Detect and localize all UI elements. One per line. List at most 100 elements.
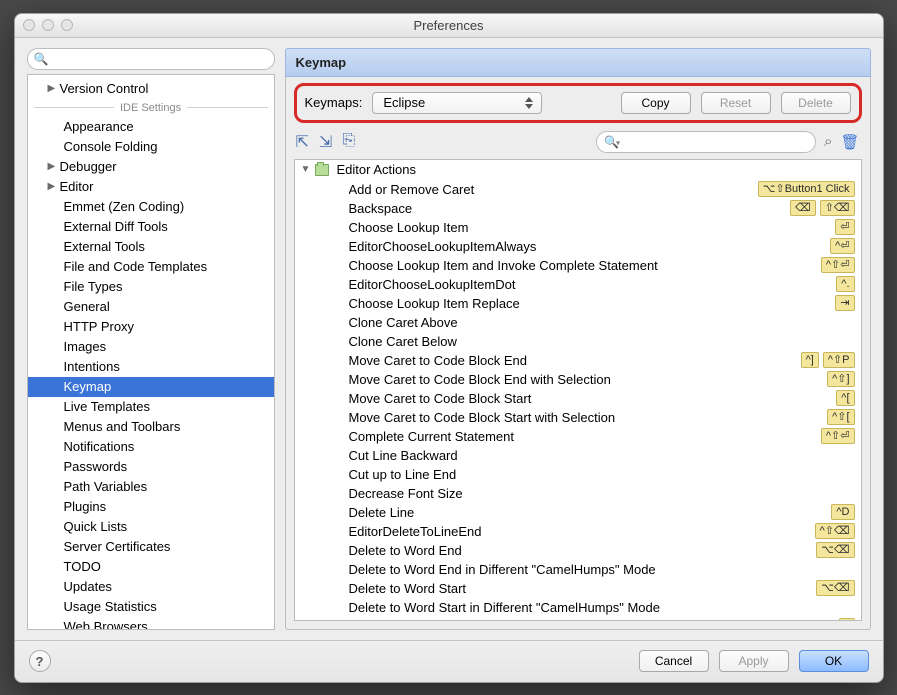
sidebar-separator: IDE Settings: [28, 99, 274, 117]
action-label: Backspace: [349, 201, 787, 216]
sidebar-item[interactable]: File and Code Templates: [28, 257, 274, 277]
action-row[interactable]: Clone Caret Above: [295, 313, 861, 332]
action-row[interactable]: Choose Lookup Item Replace⇥: [295, 294, 861, 313]
sidebar-item[interactable]: TODO: [28, 557, 274, 577]
shortcut-badge: ⇥: [835, 295, 854, 311]
shortcut-badge: ⌥⌫: [816, 542, 854, 558]
sidebar-tree[interactable]: ▶Version ControlIDE Settings Appearance Co…: [27, 74, 275, 630]
shortcut-search-input[interactable]: [596, 131, 816, 153]
action-label: Decrease Font Size: [349, 486, 855, 501]
close-icon[interactable]: [23, 19, 35, 31]
apply-button[interactable]: Apply: [719, 650, 789, 672]
trash-icon[interactable]: 🗑: [840, 133, 859, 151]
action-label: Move Caret to Code Block End with Select…: [349, 372, 824, 387]
sidebar-item[interactable]: Live Templates: [28, 397, 274, 417]
folder-icon: [315, 164, 329, 176]
shortcut-badge: ^.: [836, 276, 854, 292]
sidebar-item[interactable]: Keymap: [28, 377, 274, 397]
action-row[interactable]: EditorDeleteToLineEnd^⇧⌫: [295, 522, 861, 541]
expand-all-icon[interactable]: ⇱: [296, 132, 309, 152]
action-row[interactable]: Delete to Word Start in Different "Camel…: [295, 598, 861, 617]
action-row[interactable]: Down↓: [295, 617, 861, 621]
action-row[interactable]: Cut Line Backward: [295, 446, 861, 465]
sidebar-item-label: File Types: [64, 279, 123, 294]
action-label: Delete to Word Start in Different "Camel…: [349, 600, 855, 615]
sidebar-item-label: Appearance: [64, 119, 134, 134]
sidebar-item[interactable]: Quick Lists: [28, 517, 274, 537]
action-row[interactable]: EditorChooseLookupItemAlways^⏎: [295, 237, 861, 256]
sidebar-item[interactable]: Plugins: [28, 497, 274, 517]
sidebar-item[interactable]: HTTP Proxy: [28, 317, 274, 337]
sidebar-group[interactable]: ▶Version Control: [28, 79, 274, 99]
action-row[interactable]: Backspace⌫⇧⌫: [295, 199, 861, 218]
sidebar-item[interactable]: External Tools: [28, 237, 274, 257]
action-row[interactable]: Add or Remove Caret ⌥⇧Button1 Click: [295, 180, 861, 199]
action-row[interactable]: Delete to Word Start⌥⌫: [295, 579, 861, 598]
action-row[interactable]: Move Caret to Code Block End^]^⇧P: [295, 351, 861, 370]
action-row[interactable]: Choose Lookup Item⏎: [295, 218, 861, 237]
sidebar-item[interactable]: General: [28, 297, 274, 317]
sidebar-item[interactable]: Images: [28, 337, 274, 357]
sidebar-item-label: Path Variables: [64, 479, 148, 494]
minimize-icon[interactable]: [42, 19, 54, 31]
sidebar-item[interactable]: ▶Debugger: [28, 157, 274, 177]
action-row[interactable]: Move Caret to Code Block Start^[: [295, 389, 861, 408]
sidebar-item[interactable]: External Diff Tools: [28, 217, 274, 237]
sidebar-item[interactable]: Web Browsers: [28, 617, 274, 630]
sidebar-item[interactable]: Path Variables: [28, 477, 274, 497]
action-label: Choose Lookup Item Replace: [349, 296, 832, 311]
sidebar-item[interactable]: Updates: [28, 577, 274, 597]
help-button[interactable]: ?: [29, 650, 51, 672]
action-label: Delete Line: [349, 505, 828, 520]
action-row[interactable]: EditorChooseLookupItemDot^.: [295, 275, 861, 294]
shortcut-badge: ⌥⇧Button1 Click: [758, 181, 855, 197]
action-row[interactable]: Decrease Font Size: [295, 484, 861, 503]
action-label: Move Caret to Code Block End: [349, 353, 797, 368]
right-pane: Keymap Keymaps: Eclipse Copy Reset Delet…: [285, 48, 871, 630]
ok-button[interactable]: OK: [799, 650, 869, 672]
reset-button[interactable]: Reset: [701, 92, 771, 114]
edit-shortcut-icon[interactable]: ⎘: [342, 132, 355, 152]
shortcut-badge: ⌥⌫: [816, 580, 854, 596]
action-row[interactable]: Complete Current Statement^⇧⏎: [295, 427, 861, 446]
zoom-icon[interactable]: [61, 19, 73, 31]
action-label: Clone Caret Above: [349, 315, 855, 330]
action-row[interactable]: Cut up to Line End: [295, 465, 861, 484]
sidebar-item[interactable]: Usage Statistics: [28, 597, 274, 617]
actions-tree[interactable]: ▼Editor Actions Add or Remove Caret ⌥⇧Butt…: [294, 159, 862, 621]
sidebar-item-label: HTTP Proxy: [64, 319, 135, 334]
action-category[interactable]: ▼Editor Actions: [295, 160, 861, 180]
sidebar-item[interactable]: Intentions: [28, 357, 274, 377]
chevron-down-icon[interactable]: ▾: [616, 138, 620, 147]
action-row[interactable]: Delete Line^D: [295, 503, 861, 522]
action-row[interactable]: Clone Caret Below: [295, 332, 861, 351]
action-row[interactable]: Choose Lookup Item and Invoke Complete S…: [295, 256, 861, 275]
sidebar-search-input[interactable]: [27, 48, 275, 70]
action-row[interactable]: Delete to Word End in Different "CamelHu…: [295, 560, 861, 579]
sidebar-item[interactable]: Appearance: [28, 117, 274, 137]
sidebar-item[interactable]: File Types: [28, 277, 274, 297]
sidebar-item-label: File and Code Templates: [64, 259, 208, 274]
find-by-shortcut-icon[interactable]: ⌕: [824, 133, 832, 151]
panel-body: Keymaps: Eclipse Copy Reset Delete ⇱ ⇲ ⎘: [285, 77, 871, 630]
action-row[interactable]: Move Caret to Code Block Start with Sele…: [295, 408, 861, 427]
sidebar-item[interactable]: Emmet (Zen Coding): [28, 197, 274, 217]
keymaps-select[interactable]: Eclipse: [372, 92, 542, 114]
sidebar-item[interactable]: Console Folding: [28, 137, 274, 157]
action-row[interactable]: Delete to Word End⌥⌫: [295, 541, 861, 560]
sidebar-item[interactable]: ▶Editor: [28, 177, 274, 197]
sidebar-item[interactable]: Passwords: [28, 457, 274, 477]
shortcut-badge: ^⇧[: [827, 409, 854, 425]
sidebar-item-label: Editor: [60, 179, 94, 194]
sidebar-item[interactable]: Notifications: [28, 437, 274, 457]
cancel-button[interactable]: Cancel: [639, 650, 709, 672]
collapse-all-icon[interactable]: ⇲: [319, 132, 332, 152]
copy-button[interactable]: Copy: [621, 92, 691, 114]
action-label: Add or Remove Caret: [349, 182, 754, 197]
sidebar-item[interactable]: Menus and Toolbars: [28, 417, 274, 437]
action-row[interactable]: Move Caret to Code Block End with Select…: [295, 370, 861, 389]
delete-button[interactable]: Delete: [781, 92, 851, 114]
sidebar-item[interactable]: Server Certificates: [28, 537, 274, 557]
action-label: Delete to Word End: [349, 543, 813, 558]
sidebar-item-label: Server Certificates: [64, 539, 171, 554]
